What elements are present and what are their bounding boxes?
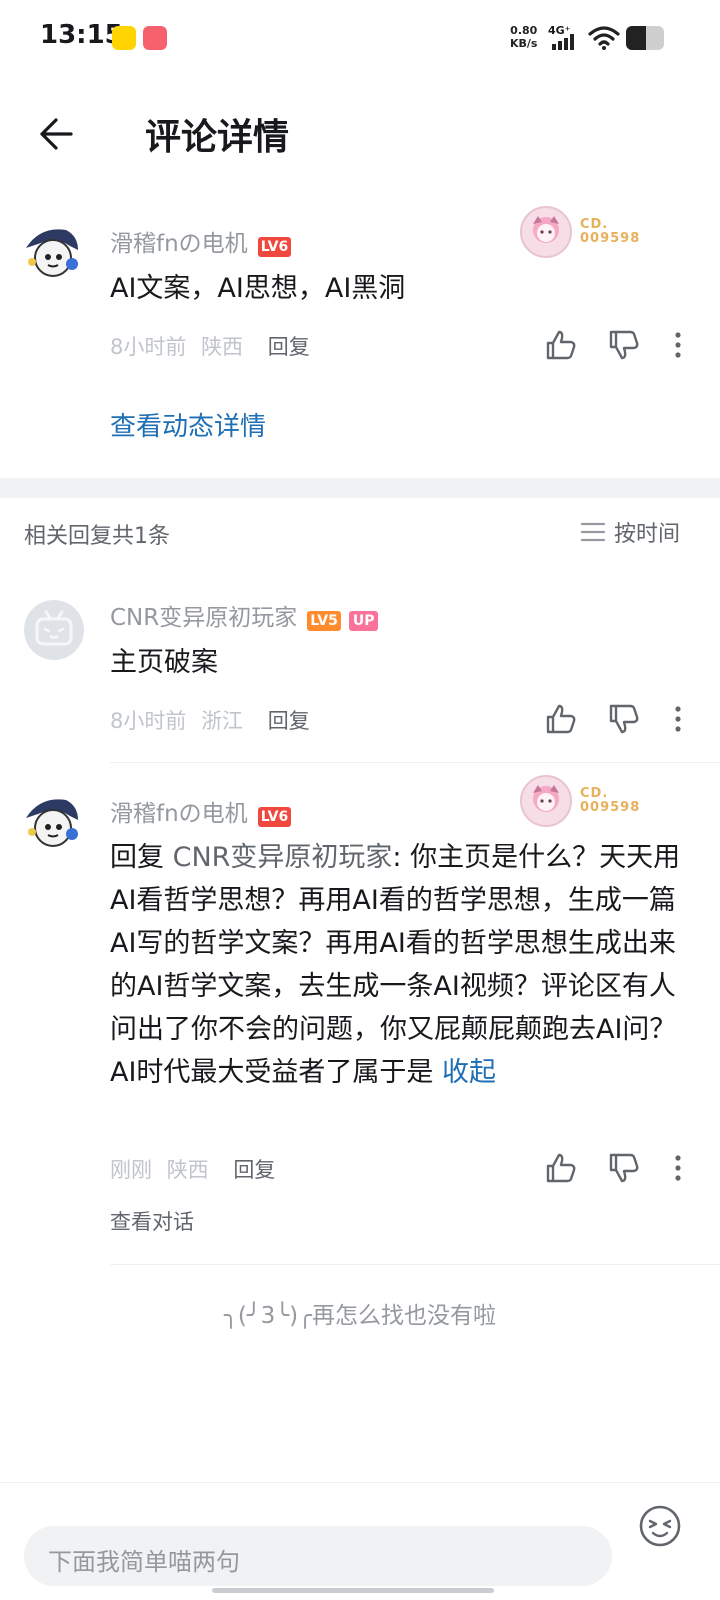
comment-meta: 8小时前 浙江 回复 [110,705,310,735]
avatar[interactable] [20,222,84,286]
username[interactable]: 滑稽fnの电机 [110,231,248,257]
app-notification-icon [143,26,167,50]
more-icon [675,332,681,358]
collapse-link[interactable]: 收起 [442,1057,496,1088]
comment-text: 回复 CNR变异原初玩家: 你主页是什么？天天用AI看哲学思想？再用AI看的哲学… [110,836,685,1094]
comment-header: CNR变异原初玩家 LV5 UP [110,598,379,632]
sort-icon [580,522,606,542]
thumb-up-icon [546,704,576,734]
dislike-button[interactable] [606,327,642,363]
reply-prefix: 回复 [110,842,173,873]
section-divider [0,478,720,498]
comment-header: 滑稽fnの电机 LV6 [110,794,292,828]
fan-badge-number: 009598 [580,800,641,815]
bottom-bar-divider [0,1482,720,1483]
comment-time: 8小时前 [110,335,187,359]
home-indicator[interactable] [212,1588,494,1593]
emoji-icon [639,1505,681,1547]
reply-body: : 你主页是什么？天天用AI看哲学思想？再用AI看的哲学思想，生成一篇AI写的哲… [110,842,681,1088]
wifi-icon [588,26,620,50]
like-button[interactable] [543,327,579,363]
back-arrow-icon [40,118,73,150]
level-badge: LV6 [257,806,292,827]
username[interactable]: CNR变异原初玩家 [110,605,297,631]
reply-button[interactable]: 回复 [268,335,310,359]
mention-link[interactable]: CNR变异原初玩家 [173,842,393,873]
avatar-image [20,222,84,286]
comment-location: 陕西 [166,1158,209,1182]
reply-button[interactable]: 回复 [268,709,310,733]
reply-button[interactable]: 回复 [233,1158,275,1182]
signal-icon [552,34,574,50]
level-badge: LV6 [257,236,292,257]
view-dialog-link[interactable]: 查看对话 [110,1206,194,1236]
fan-badge-label: CD. [580,786,609,801]
thumb-down-icon [609,330,639,360]
more-icon [675,1155,681,1181]
thumb-down-icon [609,1153,639,1183]
more-button[interactable] [660,327,696,363]
comment-location: 浙江 [201,709,244,733]
page-title: 评论详情 [145,117,290,158]
more-button[interactable] [660,1150,696,1186]
comment-input-placeholder: 下面我简单喵两句 [48,1548,240,1576]
reply-divider [110,1264,720,1265]
sort-label: 按时间 [614,522,681,547]
network-speed: 0.80 KB/s [510,24,537,50]
more-button[interactable] [660,701,696,737]
fan-badge-number: 009598 [580,231,641,246]
level-badge: LV5 [307,610,341,631]
app-notification-icon [112,26,136,50]
fan-badge-avatar-icon [520,206,572,258]
like-button[interactable] [543,1150,579,1186]
more-icon [675,706,681,732]
sort-button[interactable]: 按时间 [580,516,680,548]
comment-meta: 刚刚 陕西 回复 [110,1154,275,1184]
thumb-up-icon [546,330,576,360]
dislike-button[interactable] [606,1150,642,1186]
speed-unit: KB/s [510,37,538,50]
thumb-up-icon [546,1153,576,1183]
username[interactable]: 滑稽fnの电机 [110,801,248,827]
replies-count: 相关回复共1条 [24,524,170,549]
comment-meta: 8小时前 陕西 回复 [110,331,310,361]
dislike-button[interactable] [606,701,642,737]
thumb-down-icon [609,704,639,734]
comment-text: 主页破案 [110,647,218,678]
fan-badge[interactable]: CD. 009598 [520,206,640,258]
comment-text: AI文案，AI思想，AI黑洞 [110,273,406,304]
status-time: 13:15 [40,20,123,50]
comment-location: 陕西 [201,335,244,359]
end-of-list-text: ╮(╯3╰)╭再怎么找也没有啦 [224,1303,496,1329]
like-button[interactable] [543,701,579,737]
up-badge: UP [348,610,379,631]
comment-time: 刚刚 [110,1158,152,1182]
avatar[interactable] [24,600,84,660]
battery-icon [626,26,664,50]
comment-header: 滑稽fnの电机 LV6 [110,224,292,258]
back-button[interactable] [30,108,82,160]
fan-badge[interactable]: CD. 009598 [520,775,640,827]
fan-badge-avatar-icon [520,775,572,827]
fan-badge-label: CD. [580,217,609,232]
reply-divider [110,762,720,763]
avatar-image [20,792,84,856]
view-dynamic-link[interactable]: 查看动态详情 [110,406,266,443]
avatar[interactable] [20,792,84,856]
default-avatar-icon [35,610,73,646]
speed-value: 0.80 [510,24,538,37]
emoji-button[interactable] [636,1502,684,1550]
comment-time: 8小时前 [110,709,187,733]
